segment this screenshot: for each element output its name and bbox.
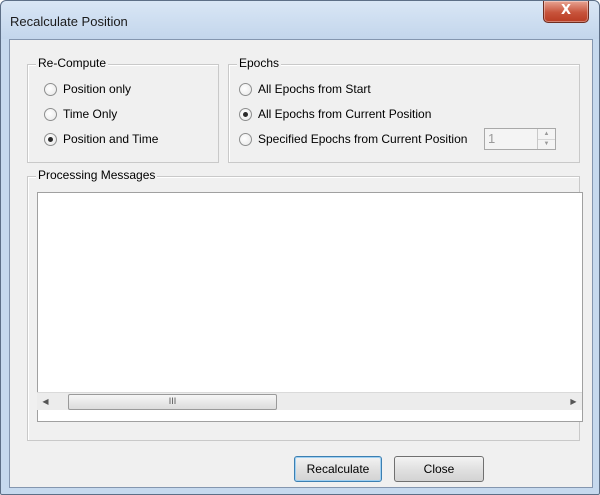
radio-label: Position only <box>63 82 132 96</box>
scroll-thumb[interactable]: III <box>68 394 277 410</box>
radio-label: Position and Time <box>63 132 159 146</box>
epochs-group: Epochs All Epochs from Start All Epochs … <box>228 56 580 163</box>
recompute-legend: Re-Compute <box>36 56 109 70</box>
radio-label: Specified Epochs from Current Position <box>258 132 468 146</box>
scroll-left-icon[interactable]: ◀ <box>37 393 54 410</box>
horizontal-scrollbar[interactable]: ◀ III ▶ <box>37 392 582 410</box>
spinner-down-icon[interactable]: ▼ <box>538 139 555 149</box>
radio-button-selected-icon[interactable] <box>44 132 57 146</box>
title-bar[interactable]: Recalculate Position X <box>1 1 599 39</box>
epochs-legend: Epochs <box>237 56 282 70</box>
radio-time-only[interactable]: Time Only <box>44 105 117 123</box>
scroll-grip: III <box>168 396 177 406</box>
radio-button-icon[interactable] <box>44 82 57 96</box>
radio-all-epochs-from-current[interactable]: All Epochs from Current Position <box>239 105 431 123</box>
close-button[interactable]: Close <box>394 456 484 482</box>
radio-label: Time Only <box>63 107 118 121</box>
epoch-count-spinner[interactable]: 1 ▲ ▼ <box>484 128 556 150</box>
spinner-value[interactable]: 1 <box>488 131 495 146</box>
processing-messages-textarea[interactable] <box>37 192 583 422</box>
radio-label: All Epochs from Start <box>258 82 371 96</box>
scroll-right-icon[interactable]: ▶ <box>565 393 582 410</box>
spinner-arrows: ▲ ▼ <box>537 129 555 149</box>
radio-button-icon[interactable] <box>239 82 252 96</box>
radio-position-only[interactable]: Position only <box>44 80 131 98</box>
dialog-window: Recalculate Position X Re-Compute Positi… <box>0 0 600 495</box>
radio-button-selected-icon[interactable] <box>239 107 252 121</box>
radio-position-and-time[interactable]: Position and Time <box>44 130 158 148</box>
processing-messages-legend: Processing Messages <box>36 168 158 182</box>
radio-button-icon[interactable] <box>239 132 252 146</box>
radio-all-epochs-from-start[interactable]: All Epochs from Start <box>239 80 371 98</box>
close-icon: X <box>560 3 572 18</box>
window-close-button[interactable]: X <box>543 1 589 23</box>
recompute-group: Re-Compute Position only Time Only Posit… <box>27 56 219 163</box>
radio-button-icon[interactable] <box>44 107 57 121</box>
radio-label: All Epochs from Current Position <box>258 107 432 121</box>
radio-specified-epochs[interactable]: Specified Epochs from Current Position <box>239 130 467 148</box>
recalculate-button[interactable]: Recalculate <box>294 456 382 482</box>
window-title: Recalculate Position <box>10 14 128 29</box>
